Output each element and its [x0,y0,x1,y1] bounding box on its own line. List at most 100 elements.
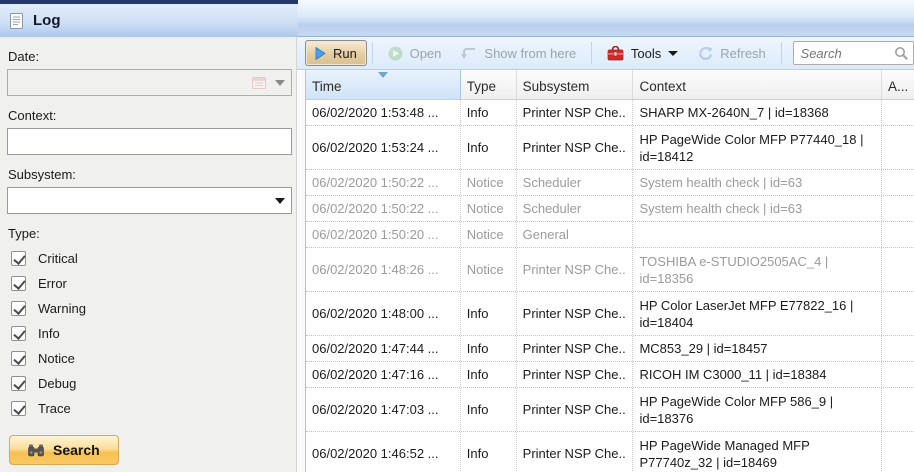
cell-context: SHARP MX-2640N_7 | id=18368 [633,100,882,125]
cell-subsystem: Printer NSP Che... [517,100,634,125]
type-filter-list: Critical Error Warning Info Notice Debug… [7,246,290,421]
type-filter-checkbox[interactable] [11,301,26,316]
cell-context: System health check | id=63 [633,196,882,221]
cell-type: Info [461,100,517,125]
column-header-type[interactable]: Type [461,70,517,99]
cell-type: Notice [461,248,517,291]
open-button[interactable]: Open [378,40,452,66]
type-filter-item: Trace [7,396,290,421]
table-row[interactable]: 06/02/2020 1:48:00 ... Info Printer NSP … [306,292,914,336]
column-header-subsystem[interactable]: Subsystem [517,70,634,99]
filter-sidebar: Date: Context: Subsystem: [0,37,297,472]
cell-type: Info [461,336,517,361]
cell-time: 06/02/2020 1:50:22 ... [306,170,461,195]
table-row[interactable]: 06/02/2020 1:50:22 ... Notice Scheduler … [306,196,914,222]
cell-actions [882,362,914,387]
type-filter-checkbox[interactable] [11,351,26,366]
cell-actions [882,100,914,125]
log-main-panel: Run Open Show fro [297,37,914,472]
cell-subsystem: Printer NSP Che... [517,336,634,361]
type-filter-checkbox[interactable] [11,276,26,291]
cell-actions [882,248,914,291]
cell-time: 06/02/2020 1:53:24 ... [306,126,461,169]
table-row[interactable]: 06/02/2020 1:47:44 ... Info Printer NSP … [306,336,914,362]
tools-menu-label: Tools [631,46,661,61]
titlebar-log-tab[interactable]: Log [0,0,298,37]
run-button-label: Run [333,46,357,61]
cell-subsystem: Printer NSP Che... [517,292,634,335]
cell-time: 06/02/2020 1:50:22 ... [306,196,461,221]
cell-time: 06/02/2020 1:47:16 ... [306,362,461,387]
type-filter-item: Notice [7,346,290,371]
type-filter-item: Critical [7,246,290,271]
show-from-here-icon [461,47,477,60]
log-document-icon [8,12,25,30]
table-header-row: Time Type Subsystem Context A... [306,70,914,100]
type-filter-checkbox[interactable] [11,326,26,341]
refresh-button-label: Refresh [720,46,766,61]
subsystem-label: Subsystem: [8,167,290,182]
log-window: Log Date: Context: Subsystem: [0,0,914,472]
search-button[interactable]: Search [9,435,119,465]
refresh-button[interactable]: Refresh [688,40,776,66]
cell-type: Info [461,126,517,169]
open-button-label: Open [410,46,442,61]
table-row[interactable]: 06/02/2020 1:53:24 ... Info Printer NSP … [306,126,914,170]
cell-type: Notice [461,170,517,195]
toolbar: Run Open Show fro [297,37,914,70]
type-filter-label: Trace [38,401,71,416]
cell-actions [882,336,914,361]
cell-context: RICOH IM C3000_11 | id=18384 [633,362,882,387]
cell-subsystem: Printer NSP Che... [517,126,634,169]
table-row[interactable]: 06/02/2020 1:47:16 ... Info Printer NSP … [306,362,914,388]
type-filter-checkbox[interactable] [11,251,26,266]
cell-type: Info [461,432,517,472]
table-body: 06/02/2020 1:53:48 ... Info Printer NSP … [306,100,914,472]
context-input-box [7,128,292,155]
tools-menu-button[interactable]: Tools [597,40,688,66]
cell-context: MC853_29 | id=18457 [633,336,882,361]
cell-context: HP PageWide Color MFP P77440_18 | id=184… [633,126,882,169]
cell-time: 06/02/2020 1:48:26 ... [306,248,461,291]
calendar-icon [252,76,266,89]
cell-subsystem: Scheduler [517,170,634,195]
context-input[interactable] [8,129,291,154]
show-from-here-button[interactable]: Show from here [451,40,586,66]
binoculars-icon [28,444,44,457]
date-input [7,69,292,96]
toolbox-icon [607,46,624,61]
column-header-context[interactable]: Context [633,70,882,99]
titlebar: Log [0,0,914,37]
table-row[interactable]: 06/02/2020 1:48:26 ... Notice Printer NS… [306,248,914,292]
table-row[interactable]: 06/02/2020 1:50:22 ... Notice Scheduler … [306,170,914,196]
type-filter-label: Info [38,326,60,341]
context-label: Context: [8,108,290,123]
type-filter-checkbox[interactable] [11,401,26,416]
toolbar-separator [781,42,782,64]
type-filter-item: Error [7,271,290,296]
log-table: Time Type Subsystem Context A... 06/02/2… [305,70,914,472]
sort-desc-icon [378,72,388,78]
cell-time: 06/02/2020 1:50:20 ... [306,222,461,247]
run-button[interactable]: Run [305,40,367,66]
cell-subsystem: General [517,222,634,247]
subsystem-select[interactable] [7,187,292,214]
tools-dropdown-icon [668,51,678,56]
cell-time: 06/02/2020 1:53:48 ... [306,100,461,125]
column-header-time[interactable]: Time [306,70,461,99]
type-filter-label: Notice [38,351,75,366]
page-title: Log [33,12,61,29]
cell-subsystem: Printer NSP Che... [517,248,634,291]
cell-subsystem: Printer NSP Che... [517,362,634,387]
type-filter-checkbox[interactable] [11,376,26,391]
table-row[interactable]: 06/02/2020 1:46:52 ... Info Printer NSP … [306,432,914,472]
table-row[interactable]: 06/02/2020 1:50:20 ... Notice General [306,222,914,248]
cell-type: Info [461,362,517,387]
open-arrow-icon [388,46,403,61]
table-row[interactable]: 06/02/2020 1:47:03 ... Info Printer NSP … [306,388,914,432]
magnifier-icon [894,46,909,61]
date-label: Date: [8,49,290,64]
column-header-actions[interactable]: A... [882,70,914,99]
table-row[interactable]: 06/02/2020 1:53:48 ... Info Printer NSP … [306,100,914,126]
cell-time: 06/02/2020 1:48:00 ... [306,292,461,335]
